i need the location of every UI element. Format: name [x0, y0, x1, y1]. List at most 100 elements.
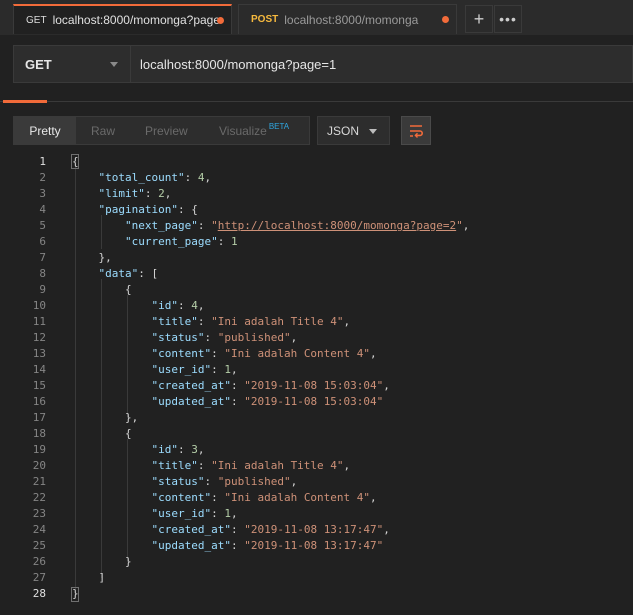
line-number: 15 — [32, 379, 46, 392]
code-line: 10 "id": 4, — [0, 298, 633, 314]
code-token: 1 — [224, 507, 231, 520]
code-text: "limit": 2, — [72, 186, 172, 202]
code-token: , — [290, 475, 298, 488]
code-token: : — [204, 475, 218, 488]
code-text: "next_page": "http://localhost:8000/momo… — [72, 218, 469, 234]
code-line: 2 "total_count": 4, — [0, 170, 633, 186]
request-line: GET localhost:8000/momonga?page=1 — [13, 45, 633, 83]
code-token: "2019-11-08 13:17:47" — [244, 523, 384, 536]
code-line: 20 "title": "Ini adalah Title 4", — [0, 458, 633, 474]
code-text: } — [72, 554, 132, 570]
code-line: 16 "updated_at": "2019-11-08 15:03:04" — [0, 394, 633, 410]
code-token: "id" — [151, 299, 178, 312]
code-line: 8 "data": [ — [0, 266, 633, 282]
tab-options-button[interactable]: ••• — [494, 5, 522, 33]
code-token: 1 — [230, 235, 238, 248]
code-text: "user_id": 1, — [72, 362, 238, 378]
code-token: "2019-11-08 13:17:47" — [244, 539, 384, 552]
code-line: 19 "id": 3, — [0, 442, 633, 458]
code-text: { — [72, 282, 132, 298]
code-token: "Ini adalah Content 4" — [224, 491, 371, 504]
code-token: : — [230, 395, 245, 408]
code-line: 18 { — [0, 426, 633, 442]
code-text: { — [72, 154, 79, 170]
code-text: "id": 4, — [72, 298, 204, 314]
code-token: "limit" — [98, 187, 145, 200]
view-visualize-button[interactable]: Visualize BETA — [219, 117, 289, 144]
code-token: { — [72, 155, 79, 168]
code-token: , — [383, 379, 390, 392]
code-line: 26 } — [0, 554, 633, 570]
beta-badge: BETA — [268, 122, 290, 131]
line-number: 22 — [32, 491, 46, 504]
new-tab-button[interactable]: + — [465, 5, 493, 33]
code-token: "user_id" — [151, 363, 212, 376]
code-token: "2019-11-08 15:03:04" — [244, 395, 384, 408]
code-token: "status" — [151, 475, 205, 488]
code-token: "created_at" — [151, 523, 231, 536]
code-line: 25 "updated_at": "2019-11-08 13:17:47" — [0, 538, 633, 554]
code-token: , — [204, 171, 212, 184]
view-pretty-button[interactable]: Pretty — [14, 117, 76, 144]
code-token: , — [197, 299, 205, 312]
code-token: , — [230, 363, 238, 376]
chevron-down-icon — [369, 129, 377, 134]
line-number: 27 — [32, 571, 46, 584]
more-horizontal-icon: ••• — [499, 11, 517, 27]
code-token: "total_count" — [98, 171, 185, 184]
code-text: "updated_at": "2019-11-08 13:17:47" — [72, 538, 383, 554]
response-tab-active-indicator — [3, 100, 47, 103]
code-line: 12 "status": "published", — [0, 330, 633, 346]
request-tab-get[interactable]: GET localhost:8000/momonga?page=1 — [13, 4, 232, 34]
code-line: 22 "content": "Ini adalah Content 4", — [0, 490, 633, 506]
code-text: "total_count": 4, — [72, 170, 212, 186]
plus-icon: + — [473, 8, 485, 29]
code-line: 3 "limit": 2, — [0, 186, 633, 202]
code-token: ] — [72, 571, 106, 584]
code-text: "status": "published", — [72, 330, 297, 346]
code-token: : — [217, 235, 231, 248]
code-line: 24 "created_at": "2019-11-08 13:17:47", — [0, 522, 633, 538]
view-mode-group: Pretty Raw Preview Visualize BETA — [13, 116, 310, 145]
code-token: "pagination" — [98, 203, 178, 216]
code-line: 9 { — [0, 282, 633, 298]
view-pretty-label: Pretty — [29, 123, 61, 138]
code-token: : { — [177, 203, 198, 216]
view-raw-label: Raw — [91, 123, 116, 138]
format-select[interactable]: JSON — [317, 116, 390, 145]
code-token: , — [197, 443, 205, 456]
line-number: 21 — [32, 475, 46, 488]
code-token: : [ — [138, 267, 159, 280]
code-token: "updated_at" — [151, 539, 231, 552]
code-text: "id": 3, — [72, 442, 204, 458]
code-line: 28} — [0, 586, 633, 602]
code-token: : — [211, 363, 225, 376]
wrap-lines-button[interactable] — [401, 116, 431, 145]
code-token: http://localhost:8000/momonga?page=2 — [217, 219, 457, 232]
code-text: "title": "Ini adalah Title 4", — [72, 314, 350, 330]
code-line: 15 "created_at": "2019-11-08 15:03:04", — [0, 378, 633, 394]
code-token: "status" — [151, 331, 205, 344]
code-text: "created_at": "2019-11-08 13:17:47", — [72, 522, 390, 538]
method-select[interactable]: GET — [14, 46, 131, 82]
code-line: 5 "next_page": "http://localhost:8000/mo… — [0, 218, 633, 234]
code-token: "user_id" — [151, 507, 212, 520]
url-input[interactable]: localhost:8000/momonga?page=1 — [140, 46, 336, 82]
code-text: }, — [72, 250, 111, 266]
code-token: } — [72, 587, 79, 600]
response-body-viewer[interactable]: 1{2 "total_count": 4, 3 "limit": 2, 4 "pag… — [0, 154, 633, 615]
code-token: "content" — [151, 491, 212, 504]
code-token: , — [383, 523, 390, 536]
view-preview-button[interactable]: Preview — [145, 117, 188, 144]
code-token: { — [72, 283, 132, 296]
line-number: 3 — [39, 187, 46, 200]
code-line: 21 "status": "published", — [0, 474, 633, 490]
view-raw-button[interactable]: Raw — [91, 117, 115, 144]
code-line: 7 }, — [0, 250, 633, 266]
request-tab-post[interactable]: POST localhost:8000/momonga — [238, 4, 457, 34]
